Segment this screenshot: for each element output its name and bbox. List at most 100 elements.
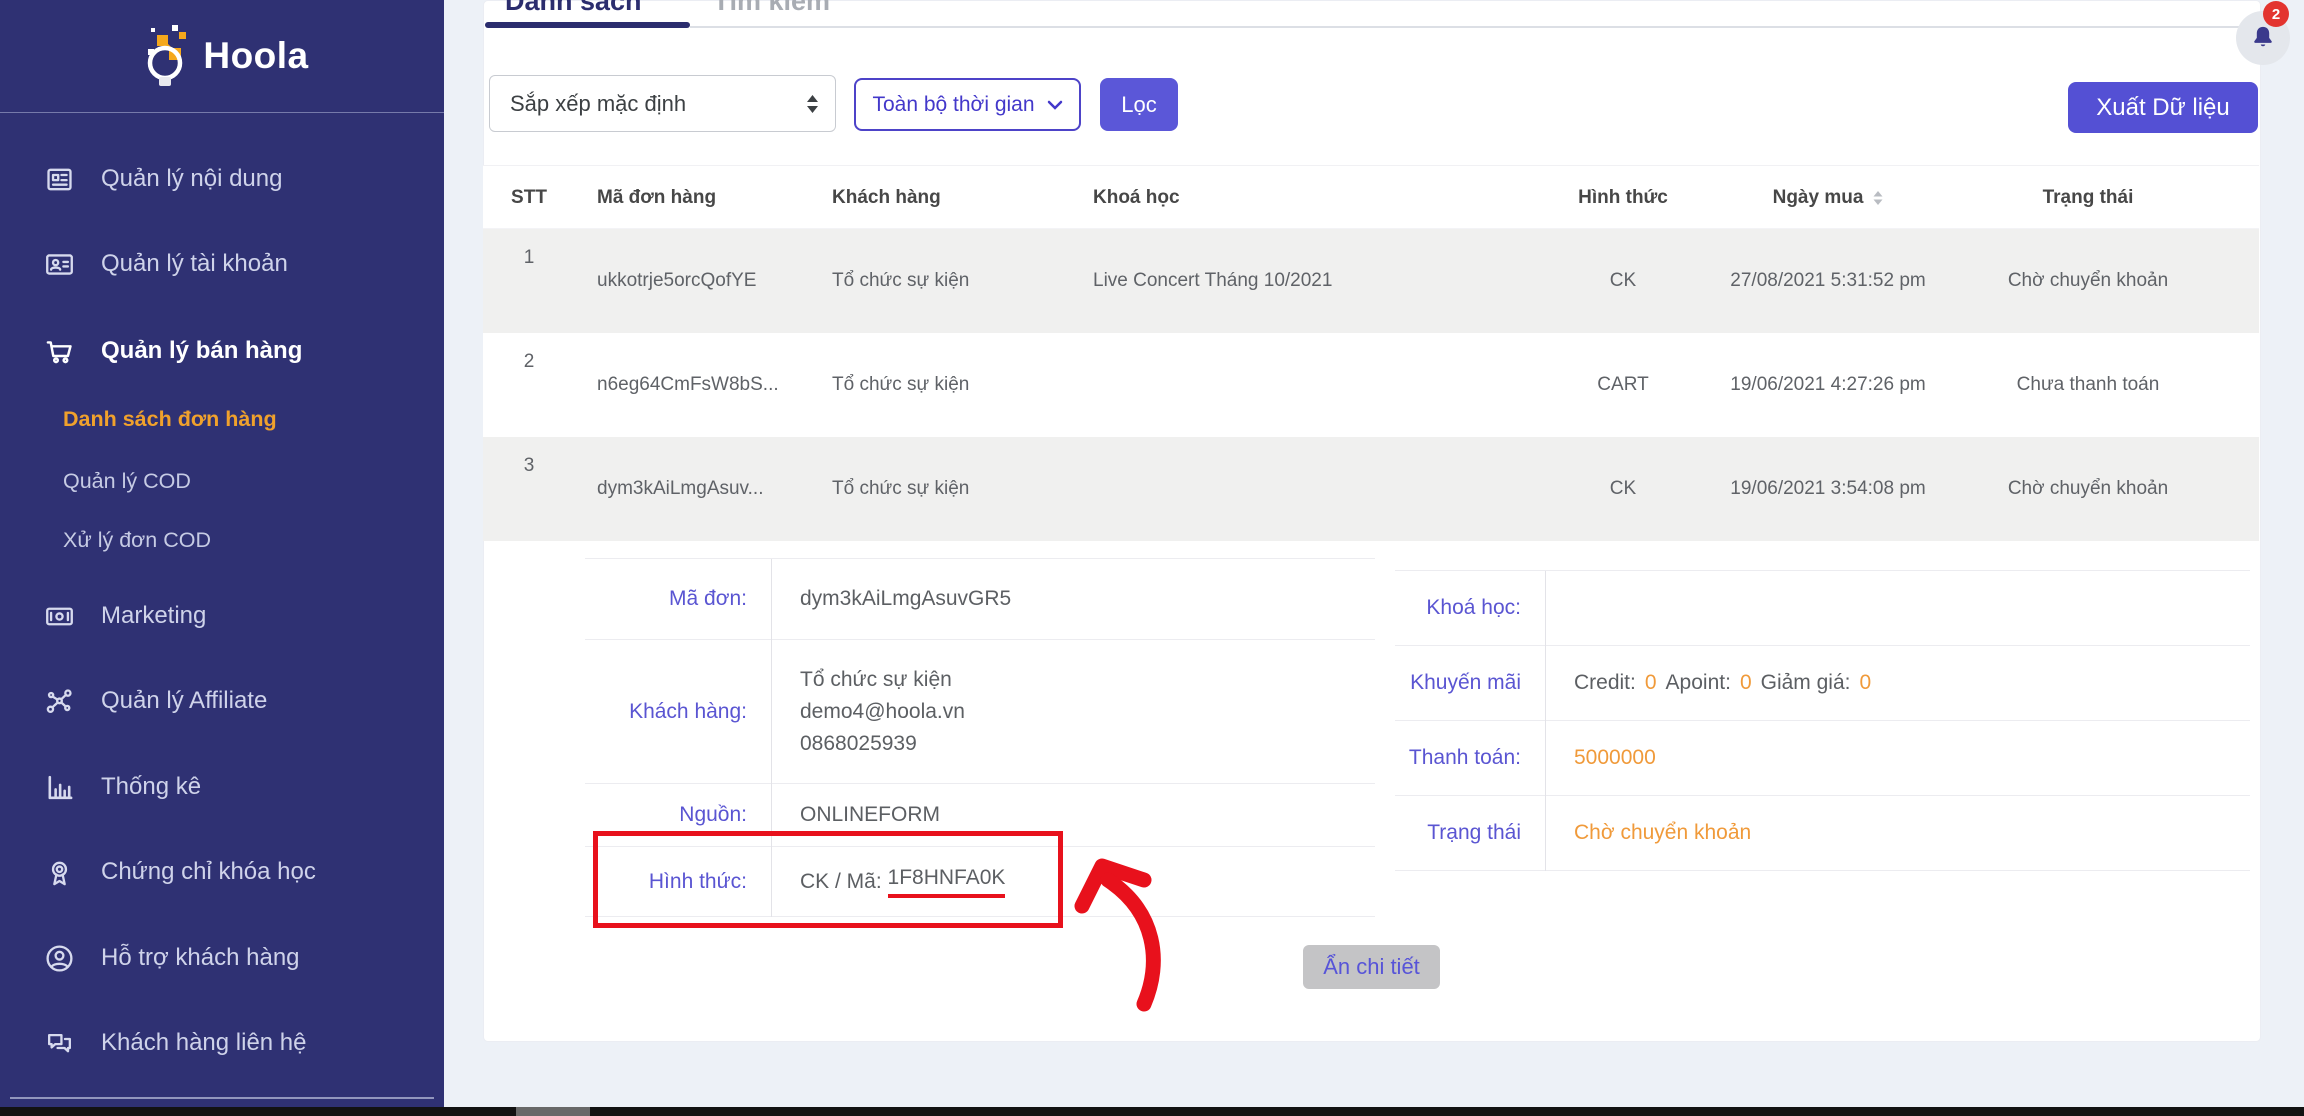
sidebar-item-khach-hang-lien-he[interactable]: Khách hàng liên hệ xyxy=(44,1026,307,1060)
cell-ngay-mua: 19/06/2021 3:54:08 pm xyxy=(1723,437,1933,541)
cell-stt: 3 xyxy=(499,437,559,541)
customer-name: Tổ chức sự kiện xyxy=(800,668,952,692)
customer-email: demo4@hoola.vn xyxy=(800,700,965,724)
sidebar-item-label: Chứng chỉ khóa học xyxy=(101,858,316,886)
logo[interactable]: Hoola xyxy=(0,0,444,113)
detail-row-ma-don: Mã đơn: dym3kAiLmgAsuvGR5 xyxy=(585,559,1375,640)
sidebar-item-thong-ke[interactable]: Thống kê xyxy=(44,770,201,804)
cell-stt: 2 xyxy=(499,333,559,437)
col-header-trang-thai[interactable]: Trạng thái xyxy=(1933,166,2243,230)
col-header-hinh-thuc[interactable]: Hình thức xyxy=(1523,166,1723,230)
detail-label: Khuyến mãi xyxy=(1395,671,1545,695)
cell-trang-thai: Chưa thanh toán xyxy=(1933,333,2243,437)
cell-trang-thai: Chờ chuyển khoản xyxy=(1933,437,2243,541)
bottom-taskbar-segment xyxy=(516,1107,590,1116)
sort-icon[interactable] xyxy=(1873,190,1883,206)
chevron-down-icon xyxy=(1047,100,1063,110)
table-row[interactable]: 1 ukkotrje5orcQofYE Tổ chức sự kiện Live… xyxy=(483,229,2259,333)
sidebar-item-quan-ly-tai-khoan[interactable]: Quản lý tài khoản xyxy=(44,247,288,281)
sidebar-divider xyxy=(10,1097,434,1099)
filter-button[interactable]: Lọc xyxy=(1100,78,1178,131)
bar-chart-icon xyxy=(44,772,75,803)
sidebar-item-label: Quản lý Affiliate xyxy=(101,687,267,715)
sidebar-item-label: Quản lý nội dung xyxy=(101,165,282,193)
notification-count-badge: 2 xyxy=(2263,1,2289,27)
detail-label: Nguồn: xyxy=(585,803,771,827)
credit-label: Credit: xyxy=(1574,671,1636,695)
order-detail-right-column: Khoá học: Khuyến mãi Credit: 0 Apoint: 0… xyxy=(1395,570,2250,871)
apoint-label: Apoint: xyxy=(1666,671,1731,695)
detail-row-trang-thai: Trạng thái Chờ chuyển khoản xyxy=(1395,796,2250,871)
payment-method-prefix: CK / Mã: xyxy=(800,870,888,894)
active-tab-underline xyxy=(485,22,690,28)
sidebar-item-label: Quản lý bán hàng xyxy=(101,337,302,365)
table-row[interactable]: 2 n6eg64CmFsW8bS... Tổ chức sự kiện CART… xyxy=(483,333,2259,437)
share-nodes-icon xyxy=(44,686,75,717)
comments-icon xyxy=(44,1028,75,1059)
account-card-icon xyxy=(44,249,75,280)
detail-row-nguon: Nguồn: ONLINEFORM xyxy=(585,784,1375,847)
sidebar-item-quan-ly-affiliate[interactable]: Quản lý Affiliate xyxy=(44,684,267,718)
cell-ngay-mua: 27/08/2021 5:31:52 pm xyxy=(1723,229,1933,333)
sidebar-subitem-xu-ly-don-cod[interactable]: Xử lý đơn COD xyxy=(63,526,211,554)
cell-hinh-thuc: CK xyxy=(1523,437,1723,541)
cell-hinh-thuc: CART xyxy=(1523,333,1723,437)
sidebar-item-chung-chi-khoa-hoc[interactable]: Chứng chỉ khóa học xyxy=(44,855,316,889)
giam-gia-value: 0 xyxy=(1860,671,1872,695)
sort-select[interactable]: Sắp xếp mặc định xyxy=(489,75,836,132)
sidebar-item-ho-tro-khach-hang[interactable]: Hỗ trợ khách hàng xyxy=(44,941,300,975)
detail-value-khuyen-mai: Credit: 0 Apoint: 0 Giảm giá: 0 xyxy=(1545,646,2250,721)
certificate-icon xyxy=(44,857,75,888)
cell-trang-thai: Chờ chuyển khoản xyxy=(1933,229,2243,333)
sidebar-item-label: Quản lý tài khoản xyxy=(101,250,288,278)
sidebar-subitem-danh-sach-don-hang[interactable]: Danh sách đơn hàng xyxy=(63,405,277,433)
bell-icon xyxy=(2248,23,2278,53)
col-header-khach-hang[interactable]: Khách hàng xyxy=(832,166,1093,230)
cell-khach-hang: Tổ chức sự kiện xyxy=(832,437,1093,541)
cell-khach-hang: Tổ chức sự kiện xyxy=(832,333,1093,437)
detail-label: Mã đơn: xyxy=(585,587,771,611)
tab-tim-kiem[interactable]: Tìm kiếm xyxy=(713,0,830,17)
export-data-button[interactable]: Xuất Dữ liệu xyxy=(2068,82,2258,133)
detail-label: Hình thức: xyxy=(585,870,771,894)
col-header-khoa-hoc[interactable]: Khoá học xyxy=(1093,166,1523,230)
time-filter-button[interactable]: Toàn bộ thời gian xyxy=(854,78,1081,131)
cell-ma-don-hang: n6eg64CmFsW8bS... xyxy=(597,333,832,437)
cell-khach-hang: Tổ chức sự kiện xyxy=(832,229,1093,333)
detail-row-thanh-toan: Thanh toán: 5000000 xyxy=(1395,721,2250,796)
select-updown-icon xyxy=(806,94,819,114)
detail-row-hinh-thuc: Hình thức: CK / Mã: 1F8HNFA0K xyxy=(585,847,1375,917)
sidebar-item-label: Thống kê xyxy=(101,773,201,801)
detail-label: Thanh toán: xyxy=(1395,746,1545,770)
hide-detail-button[interactable]: Ẩn chi tiết xyxy=(1303,945,1440,989)
detail-value-ma-don: dym3kAiLmgAsuvGR5 xyxy=(771,559,1375,640)
hoola-bulb-icon xyxy=(135,23,193,89)
col-header-ngay-mua[interactable]: Ngày mua xyxy=(1723,166,1933,230)
time-filter-label: Toàn bộ thời gian xyxy=(872,93,1034,117)
table-row[interactable]: 3 dym3kAiLmgAsuv... Tổ chức sự kiện CK 1… xyxy=(483,437,2259,541)
sidebar-item-quan-ly-ban-hang[interactable]: Quản lý bán hàng xyxy=(44,334,302,368)
shopping-cart-icon xyxy=(44,336,75,367)
detail-row-khach-hang: Khách hàng: Tổ chức sự kiện demo4@hoola.… xyxy=(585,640,1375,784)
detail-label: Trạng thái xyxy=(1395,821,1545,845)
cell-khoa-hoc xyxy=(1093,333,1523,437)
detail-value-nguon: ONLINEFORM xyxy=(771,784,1375,847)
detail-value-trang-thai: Chờ chuyển khoản xyxy=(1545,796,2250,871)
tab-danh-sach[interactable]: Danh sách xyxy=(505,0,642,17)
bottom-taskbar xyxy=(0,1107,2304,1116)
cell-ngay-mua: 19/06/2021 4:27:26 pm xyxy=(1723,333,1933,437)
sidebar-subitem-quan-ly-cod[interactable]: Quản lý COD xyxy=(63,467,191,495)
newspaper-icon xyxy=(44,164,75,195)
giam-gia-label: Giảm giá: xyxy=(1761,671,1851,695)
detail-row-khoa-hoc: Khoá học: xyxy=(1395,571,2250,646)
sidebar-item-marketing[interactable]: Marketing xyxy=(44,599,206,633)
col-header-ma-don-hang[interactable]: Mã đơn hàng xyxy=(597,166,832,230)
col-header-stt[interactable]: STT xyxy=(499,166,559,230)
sidebar-item-quan-ly-noi-dung[interactable]: Quản lý nội dung xyxy=(44,162,282,196)
apoint-value: 0 xyxy=(1740,671,1752,695)
cell-khoa-hoc xyxy=(1093,437,1523,541)
tabs-divider-line xyxy=(690,26,2259,28)
sidebar-item-label: Marketing xyxy=(101,602,206,630)
order-detail-left-column: Mã đơn: dym3kAiLmgAsuvGR5 Khách hàng: Tổ… xyxy=(585,558,1375,917)
sort-select-value: Sắp xếp mặc định xyxy=(510,91,686,117)
